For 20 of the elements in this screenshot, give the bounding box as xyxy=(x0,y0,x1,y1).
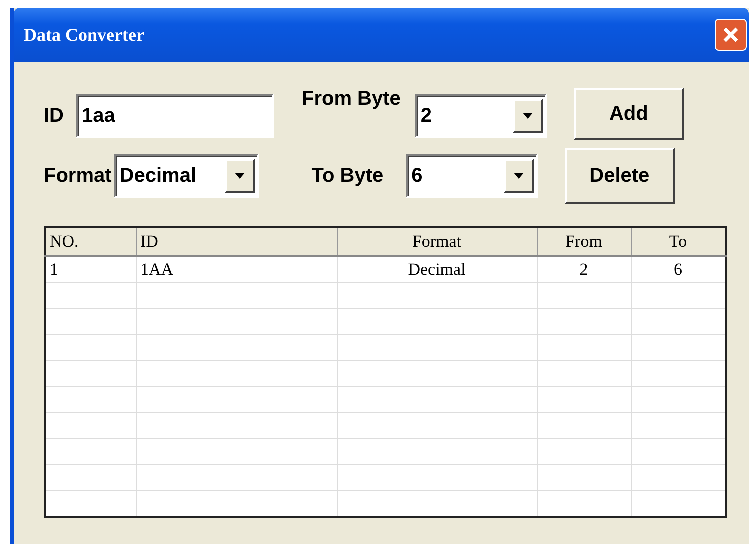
column-header[interactable]: Format xyxy=(337,227,537,256)
to-byte-dropdown[interactable]: 6 xyxy=(406,154,538,198)
field-label: Format xyxy=(44,164,112,188)
column-header[interactable]: To xyxy=(631,227,726,256)
table-cell: 1 xyxy=(45,256,136,282)
format-dropdown[interactable]: Decimal xyxy=(114,154,259,198)
from-byte-dropdown[interactable]: 2 xyxy=(414,94,547,138)
delete-button[interactable]: Delete xyxy=(564,148,675,204)
table-cell: 2 xyxy=(537,256,631,282)
field-label: To Byte xyxy=(312,164,384,188)
window-title: Data Converter xyxy=(24,24,144,46)
column-header[interactable]: From xyxy=(537,227,631,256)
column-header[interactable]: NO. xyxy=(45,227,136,256)
field-label: ID xyxy=(44,104,64,128)
add-button[interactable]: Add xyxy=(574,88,684,140)
table-cell: Decimal xyxy=(337,256,537,282)
field-label: From Byte xyxy=(302,88,401,111)
column-header[interactable]: ID xyxy=(136,227,337,256)
table-cell: 1AA xyxy=(136,256,337,282)
id-input-field[interactable]: 1aa xyxy=(76,94,274,138)
